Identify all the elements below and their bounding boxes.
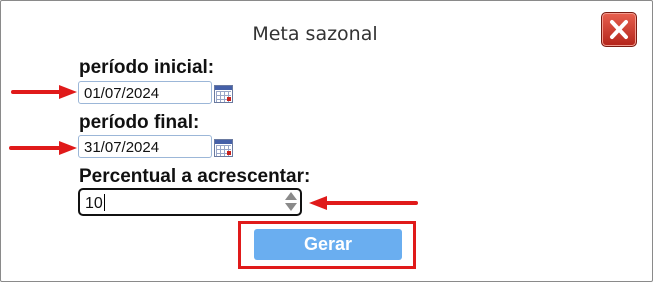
end-date-label: período final: bbox=[79, 112, 200, 133]
percent-input[interactable]: 10 bbox=[78, 188, 302, 216]
dialog-title: Meta sazonal bbox=[252, 23, 378, 45]
close-x-icon bbox=[610, 20, 628, 39]
arrow-right-icon bbox=[11, 85, 77, 99]
meta-sazonal-dialog: Meta sazonal período inicial: 01/07/2024… bbox=[0, 0, 653, 282]
spinner-up-icon[interactable] bbox=[285, 192, 297, 200]
gerar-button[interactable]: Gerar bbox=[254, 229, 402, 260]
number-spinner[interactable] bbox=[284, 190, 298, 214]
calendar-icon[interactable] bbox=[214, 85, 233, 103]
spinner-down-icon[interactable] bbox=[285, 203, 297, 211]
arrow-right-icon bbox=[9, 141, 77, 155]
calendar-icon[interactable] bbox=[214, 139, 233, 157]
close-button[interactable] bbox=[601, 12, 637, 47]
percent-value: 10 bbox=[85, 195, 103, 212]
start-date-input[interactable]: 01/07/2024 bbox=[78, 81, 212, 104]
start-date-label: período inicial: bbox=[79, 57, 215, 78]
arrow-left-icon bbox=[309, 196, 418, 210]
end-date-input[interactable]: 31/07/2024 bbox=[78, 135, 212, 158]
percent-label: Percentual a acrescentar: bbox=[79, 166, 311, 187]
